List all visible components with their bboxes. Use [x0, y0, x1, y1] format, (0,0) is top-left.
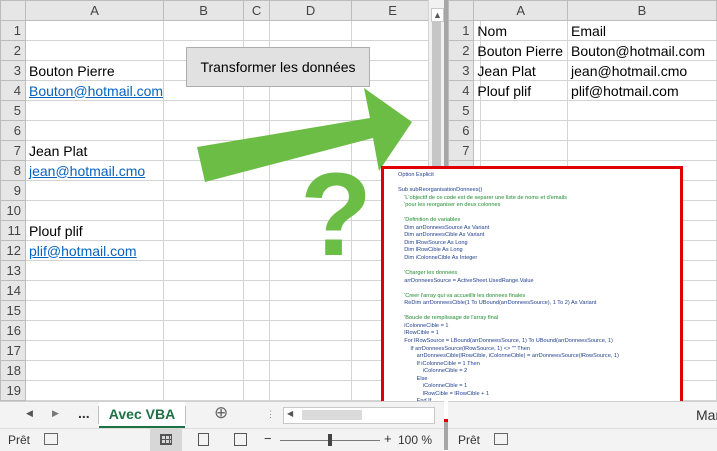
page-break-view-icon[interactable]	[234, 433, 247, 446]
code-comment-line: 'Boucle de remplissage de l'array final	[398, 315, 499, 322]
horizontal-scrollbar[interactable]: ◀	[283, 407, 435, 424]
code-line: lRowCible = lRowCible + 1	[398, 390, 490, 397]
right-status-bar: Prêt	[448, 428, 717, 451]
status-ready: Prêt	[8, 433, 31, 447]
page-stats-icon[interactable]	[44, 433, 58, 445]
page-stats-icon[interactable]	[494, 433, 508, 445]
code-line: lRowCible = 1	[398, 330, 439, 337]
tab-scroll-right-icon[interactable]: ▶	[52, 408, 59, 419]
code-comment-line: 'pour les reorganiser en deux colonnes	[398, 202, 501, 209]
vba-code-screenshot: Option Explicit Sub subReorganisationDonn…	[381, 166, 683, 422]
code-comment-line: 'Creer l'array qui va accueillir les don…	[398, 292, 526, 299]
code-line: If arrDonneesSource(lRowSource, 1) <> ""…	[398, 345, 530, 352]
code-line: If iColonneCible = 1 Then	[398, 360, 480, 367]
add-sheet-icon[interactable]: ⊕	[214, 403, 228, 423]
left-status-bar: Prêt − + 100 %	[0, 428, 444, 451]
tab-scroll-left-icon[interactable]: ◀	[26, 408, 33, 419]
right-sheet-tab-bar: Mar	[448, 401, 717, 429]
code-line: For lRowSource = LBound(arrDonneesSource…	[398, 338, 613, 345]
code-line: Dim arrDonneesCible As Variant	[398, 232, 485, 239]
status-ready: Prêt	[458, 433, 481, 447]
hscroll-thumb[interactable]	[302, 410, 362, 420]
code-line: arrDonneesCible(lRowCible, iColonneCible…	[398, 353, 619, 360]
code-line: iColonneCible = 1	[398, 383, 468, 390]
code-comment-line: 'Charger les donnees	[398, 270, 458, 277]
code-comment-line: 'Definition de variables	[398, 217, 461, 224]
code-line: arrDonneesSource = ActiveSheet.UsedRange…	[398, 277, 534, 284]
normal-view-grid-icon	[160, 434, 172, 445]
code-line: Sub subReorganisationDonnees()	[398, 187, 483, 194]
tab-split-handle-icon[interactable]: ⋮	[266, 409, 275, 420]
zoom-slider-thumb[interactable]	[328, 434, 332, 446]
tab-more-ellipsis[interactable]: ...	[78, 405, 90, 421]
zoom-in-button[interactable]: +	[384, 431, 392, 446]
code-line: Dim lRowCible As Long	[398, 247, 463, 254]
code-line: Dim lRowSource As Long	[398, 239, 468, 246]
zoom-out-button[interactable]: −	[264, 431, 272, 446]
code-line: Else	[398, 375, 428, 382]
code-line: Option Explicit	[398, 172, 434, 178]
code-line: iColonneCible = 2	[398, 368, 468, 375]
code-line: iColonneCible = 1	[398, 322, 449, 329]
code-line: ReDim arrDonneesCible(1 To UBound(arrDon…	[398, 300, 597, 307]
zoom-level[interactable]: 100 %	[398, 433, 432, 447]
tab-avec-vba[interactable]: Avec VBA	[99, 402, 185, 429]
question-mark-annotation: ?	[299, 149, 373, 281]
code-line: Dim arrDonneesSource As Variant	[398, 224, 490, 231]
code-line: Dim iColonneCible As Integer	[398, 255, 478, 262]
left-sheet-tab-bar: ◀ ▶ ... Avec VBA ⊕ ⋮ ◀	[0, 401, 444, 429]
code-comment-line: 'L'objectif de ce code est de separer un…	[398, 194, 567, 201]
page-layout-view-icon[interactable]	[198, 433, 209, 446]
vba-code-listing: Option Explicit Sub subReorganisationDonn…	[384, 169, 680, 419]
tab-mar-partial[interactable]: Mar	[696, 407, 717, 423]
hscroll-left-icon[interactable]: ◀	[287, 409, 293, 418]
